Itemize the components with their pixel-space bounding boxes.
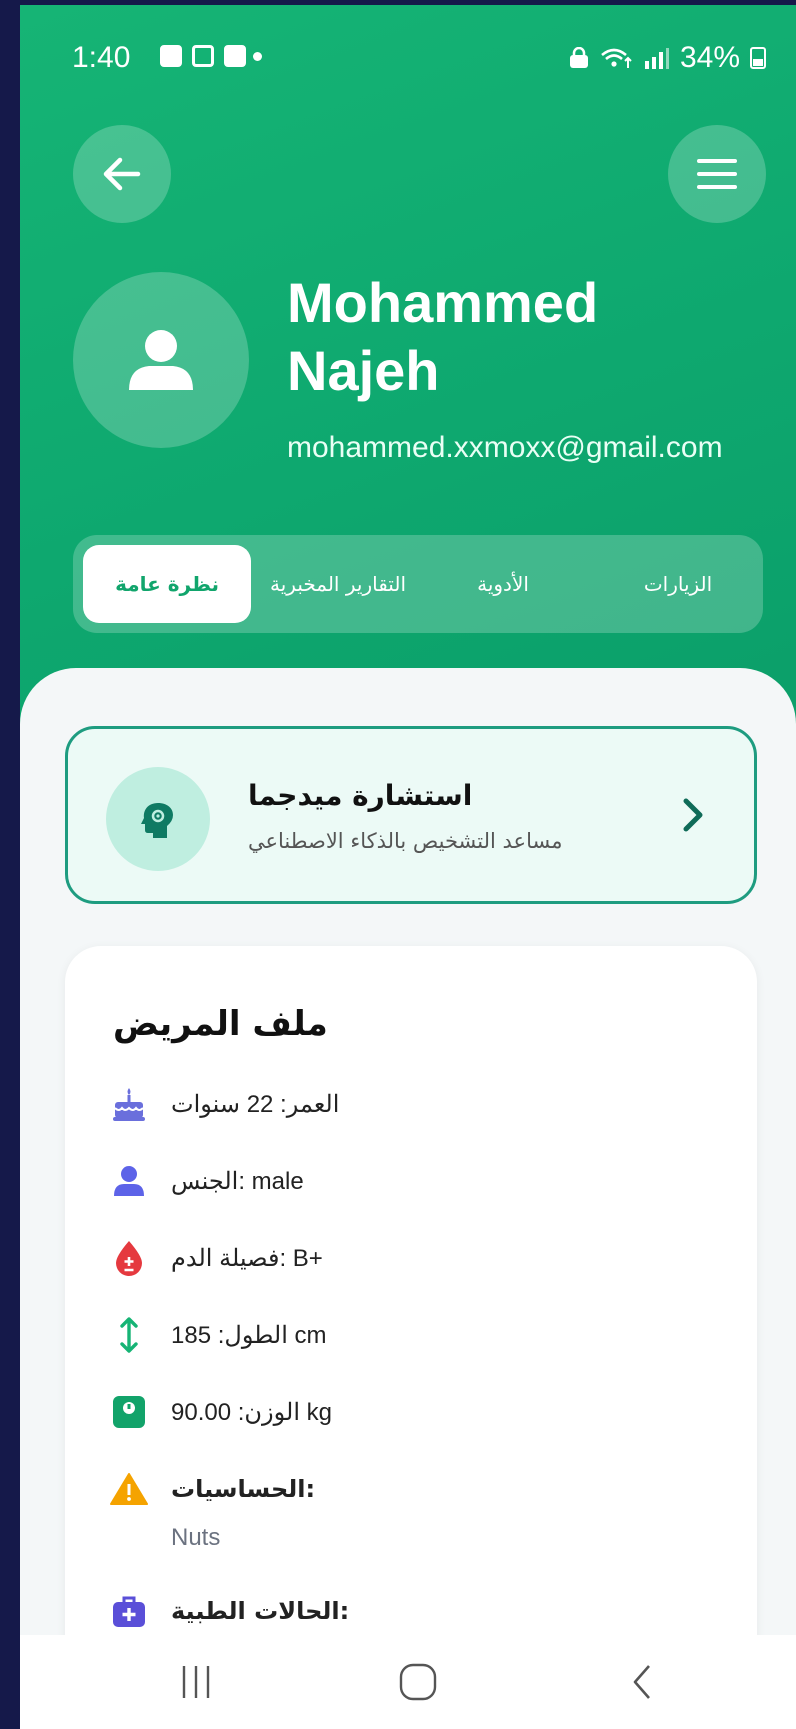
battery-percentage: 34% [679, 41, 740, 74]
weight-text: الوزن: 90.00 kg [171, 1398, 333, 1426]
user-icon [129, 330, 193, 390]
device-notification-icon [192, 45, 214, 67]
patient-last-name: Najeh [287, 339, 440, 402]
brain-gear-icon [141, 803, 173, 838]
allergies-label: الحساسيات: [171, 1475, 316, 1503]
warning-icon [109, 1469, 149, 1509]
profile-title: ملف المريض [113, 1004, 328, 1044]
allergies-value: Nuts [171, 1524, 221, 1551]
age-row: العمر: 22 سنوات [109, 1084, 339, 1124]
vertical-arrows-icon [109, 1315, 149, 1355]
home-icon [399, 1663, 437, 1701]
patient-name: Mohammed Najeh [287, 269, 767, 405]
system-back-button[interactable] [612, 1657, 672, 1707]
patient-profile-card: ملف المريض العمر: 22 سنوات الجنس: male ف… [65, 946, 757, 1729]
status-bar: 1:40 34% [20, 5, 796, 105]
arrow-left-icon [103, 157, 141, 191]
height-text: الطول: 185 cm [171, 1321, 327, 1349]
back-button[interactable] [73, 125, 171, 223]
patient-first-name: Mohammed [287, 271, 599, 334]
tab-visits[interactable]: الزيارات [608, 545, 748, 623]
gender-text: الجنس: male [171, 1167, 304, 1195]
height-row: الطول: 185 cm [109, 1315, 327, 1355]
signal-icon [644, 48, 669, 69]
profile-header: 1:40 34% Mohammed Najeh mohammed.xxmoxx@… [20, 5, 796, 765]
menu-button[interactable] [668, 125, 766, 223]
weight-row: الوزن: 90.00 kg [109, 1392, 332, 1432]
chevron-right-icon [683, 798, 703, 832]
weight-scale-icon [109, 1392, 149, 1432]
medical-kit-icon [109, 1591, 149, 1631]
consult-icon-badge [106, 767, 210, 871]
blood-drop-icon [109, 1238, 149, 1278]
consult-subtitle: مساعد التشخيص بالذكاء الاصطناعي [248, 829, 563, 853]
wifi-icon [601, 48, 632, 68]
conditions-row: الحالات الطبية: [109, 1591, 349, 1631]
recent-apps-button[interactable] [166, 1657, 226, 1707]
recents-icon [182, 1666, 210, 1698]
check-notification-icon [224, 45, 246, 67]
patient-email: mohammed.xxmoxx@gmail.com [287, 431, 723, 464]
tab-medications[interactable]: الأدوية [433, 545, 573, 623]
tab-overview[interactable]: نظرة عامة [83, 545, 251, 623]
battery-icon [750, 47, 766, 69]
consult-title: استشارة ميدجما [248, 779, 473, 812]
ai-consultation-card[interactable]: استشارة ميدجما مساعد التشخيص بالذكاء الا… [65, 726, 757, 904]
content-panel: استشارة ميدجما مساعد التشخيص بالذكاء الا… [20, 668, 796, 1729]
lock-icon [569, 47, 588, 68]
system-nav-bar [20, 1635, 796, 1729]
app-screen: 1:40 34% Mohammed Najeh mohammed.xxmoxx@… [20, 5, 796, 1729]
age-text: العمر: 22 سنوات [171, 1090, 340, 1118]
status-time: 1:40 [72, 41, 131, 74]
tab-bar: نظرة عامة التقارير المخبرية الأدوية الزي… [73, 535, 763, 633]
tab-lab-reports[interactable]: التقارير المخبرية [253, 545, 423, 623]
birthday-cake-icon [109, 1084, 149, 1124]
blood-type-row: فصيلة الدم: B+ [109, 1238, 323, 1278]
avatar [73, 272, 249, 448]
blood-type-text: فصيلة الدم: B+ [171, 1244, 323, 1272]
allergies-row: الحساسيات: [109, 1469, 315, 1509]
more-notifications-icon [253, 52, 262, 61]
home-button[interactable] [388, 1657, 448, 1707]
chevron-left-icon [633, 1665, 650, 1699]
hamburger-icon [697, 159, 737, 189]
status-right: 34% [568, 41, 766, 75]
conditions-label: الحالات الطبية: [171, 1597, 350, 1625]
gender-row: الجنس: male [109, 1161, 304, 1201]
user-icon [109, 1161, 149, 1201]
gallery-notification-icon [160, 45, 182, 67]
